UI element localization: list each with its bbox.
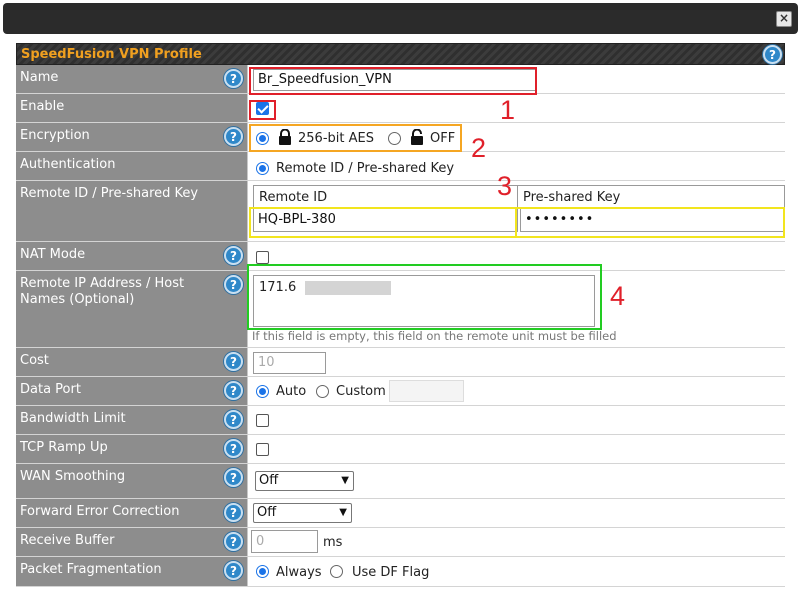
nat-mode-checkbox[interactable] — [256, 251, 269, 264]
row-bandwidth-limit: Bandwidth Limit ? — [16, 406, 785, 435]
encryption-off-radio[interactable] — [388, 132, 401, 145]
row-label: Authentication — [16, 152, 247, 180]
row-label: NAT Mode ? — [16, 242, 247, 270]
remote-id-column-header: Remote ID — [253, 185, 518, 207]
speedfusion-profile-panel: SpeedFusion VPN Profile ? Name ? Br_Spee… — [16, 43, 785, 587]
row-label: Packet Fragmentation ? — [16, 557, 247, 586]
row-fec: Forward Error Correction ? Off ▼ — [16, 499, 785, 528]
annotation-number-4: 4 — [610, 281, 626, 311]
help-icon[interactable]: ? — [224, 439, 243, 458]
help-icon[interactable]: ? — [224, 127, 243, 146]
help-icon[interactable]: ? — [224, 352, 243, 371]
row-label: Cost ? — [16, 348, 247, 376]
row-remote-ip: Remote IP Address / Host Names (Optional… — [16, 271, 785, 348]
fragmentation-always-label: Always — [276, 565, 322, 580]
data-port-custom-radio[interactable] — [316, 385, 329, 398]
receive-buffer-input[interactable]: 0 — [251, 530, 318, 553]
row-nat-mode: NAT Mode ? — [16, 242, 785, 271]
encryption-aes-label: 256-bit AES — [298, 131, 374, 146]
row-name: Name ? Br_Speedfusion_VPN — [16, 65, 785, 94]
row-enable: Enable — [16, 94, 785, 123]
data-port-custom-label: Custom — [336, 384, 386, 399]
row-label: Receive Buffer ? — [16, 528, 247, 556]
row-cost: Cost ? 10 — [16, 348, 785, 377]
fragmentation-df-label: Use DF Flag — [352, 565, 430, 580]
dialog-title-bar: × — [3, 3, 798, 34]
row-label: Remote IP Address / Host Names (Optional… — [16, 271, 247, 347]
psk-column-header: Pre-shared Key — [518, 185, 785, 207]
data-port-auto-label: Auto — [276, 384, 307, 399]
chevron-down-icon: ▼ — [339, 507, 347, 518]
data-port-auto-radio[interactable] — [256, 385, 269, 398]
help-icon[interactable]: ? — [224, 468, 243, 487]
help-icon[interactable]: ? — [224, 503, 243, 522]
row-label: Data Port ? — [16, 377, 247, 405]
help-icon[interactable]: ? — [763, 45, 782, 64]
enable-checkbox[interactable] — [256, 102, 269, 115]
fragmentation-always-radio[interactable] — [256, 565, 269, 578]
row-wan-smoothing: WAN Smoothing ? Off ▼ — [16, 464, 785, 499]
panel-title: SpeedFusion VPN Profile — [21, 47, 202, 62]
fragmentation-df-radio[interactable] — [330, 565, 343, 578]
row-label: Name ? — [16, 65, 247, 93]
redacted-block — [305, 280, 392, 295]
row-encryption: Encryption ? 256-bit AES OFF — [16, 123, 785, 152]
row-label: Forward Error Correction ? — [16, 499, 247, 527]
lock-closed-icon — [279, 129, 291, 145]
tcp-ramp-up-checkbox[interactable] — [256, 443, 269, 456]
data-port-custom-input[interactable] — [389, 380, 464, 402]
row-label: Bandwidth Limit ? — [16, 406, 247, 434]
help-icon[interactable]: ? — [224, 246, 243, 265]
row-label: Remote ID / Pre-shared Key — [16, 181, 247, 241]
cost-input[interactable]: 10 — [253, 352, 326, 374]
encryption-off-label: OFF — [430, 131, 456, 146]
row-label: TCP Ramp Up ? — [16, 435, 247, 463]
remote-ip-hint: If this field is empty, this field on th… — [252, 329, 617, 343]
row-label: WAN Smoothing ? — [16, 464, 247, 498]
fec-select[interactable]: Off ▼ — [253, 503, 352, 523]
row-packet-fragmentation: Packet Fragmentation ? Always Use DF Fla… — [16, 557, 785, 587]
psk-input[interactable]: •••••••• — [520, 208, 785, 232]
remote-ip-textarea[interactable]: 171.6 — [253, 275, 595, 327]
row-authentication: Authentication Remote ID / Pre-shared Ke… — [16, 152, 785, 181]
lock-open-icon — [411, 129, 423, 145]
panel-header: SpeedFusion VPN Profile ? — [16, 43, 785, 65]
remote-ip-value: 171.6 — [259, 280, 297, 295]
row-label: Encryption ? — [16, 123, 247, 151]
help-icon[interactable]: ? — [224, 275, 243, 294]
annotation-number-1: 1 — [500, 95, 516, 125]
row-data-port: Data Port ? Auto Custom — [16, 377, 785, 406]
row-remote-id-psk: Remote ID / Pre-shared Key Remote ID Pre… — [16, 181, 785, 242]
row-tcp-ramp-up: TCP Ramp Up ? — [16, 435, 785, 464]
annotation-number-3: 3 — [497, 171, 513, 201]
authentication-label: Remote ID / Pre-shared Key — [276, 161, 455, 176]
row-receive-buffer: Receive Buffer ? 0 ms — [16, 528, 785, 557]
bandwidth-limit-checkbox[interactable] — [256, 414, 269, 427]
close-icon[interactable]: × — [776, 11, 792, 27]
help-icon[interactable]: ? — [224, 532, 243, 551]
row-label: Enable — [16, 94, 247, 122]
annotation-number-2: 2 — [471, 133, 487, 163]
help-icon[interactable]: ? — [224, 410, 243, 429]
help-icon[interactable]: ? — [224, 381, 243, 400]
wan-smoothing-select[interactable]: Off ▼ — [255, 471, 354, 491]
remote-id-input[interactable]: HQ-BPL-380 — [253, 208, 518, 232]
receive-buffer-unit: ms — [323, 535, 343, 550]
chevron-down-icon: ▼ — [341, 475, 349, 486]
encryption-aes-radio[interactable] — [256, 132, 269, 145]
authentication-radio[interactable] — [256, 162, 269, 175]
help-icon[interactable]: ? — [224, 561, 243, 580]
name-input[interactable]: Br_Speedfusion_VPN — [253, 69, 536, 91]
help-icon[interactable]: ? — [224, 69, 243, 88]
